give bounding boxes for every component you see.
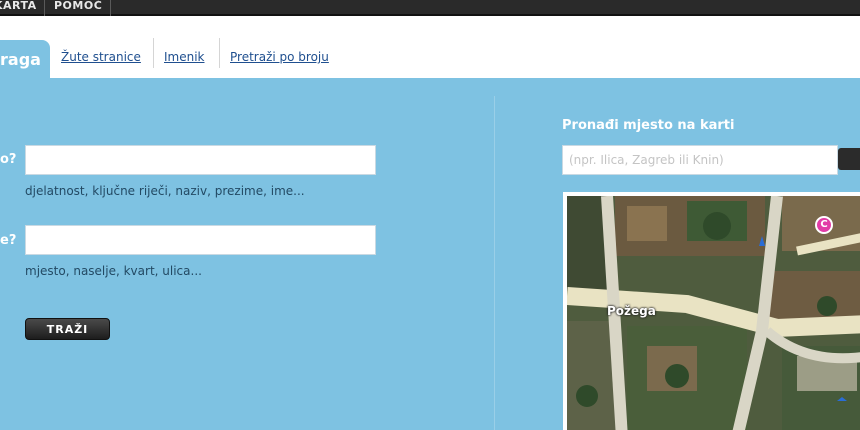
search-panel: o? djelatnost, ključne riječi, naziv, pr… [0,78,860,430]
poi-marker-icon[interactable]: C [815,216,833,234]
tab-pretrazi-po-broju[interactable]: Pretraži po broju [230,50,329,64]
map-location-input[interactable] [562,145,838,175]
column-divider [494,96,495,430]
where-field-label: e? [0,233,17,248]
tab-trazilica[interactable]: raga [0,40,50,78]
what-input[interactable] [25,145,376,175]
topnav-pomoc[interactable]: POMOĆ [54,0,102,16]
where-hint: mjesto, naselje, kvart, ulica... [25,264,202,278]
map-place-label: Požega [607,304,656,318]
tab-divider [153,38,154,68]
map-frame: Požega C [563,192,860,430]
tab-divider [219,38,220,68]
tab-zute-stranice[interactable]: Žute stranice [61,50,141,64]
search-button[interactable]: TRAŽI [25,318,110,340]
satellite-map[interactable]: Požega C [567,196,860,430]
top-nav-bar: KARTA POMOĆ [0,0,860,16]
tab-trazilica-label: raga [0,50,41,69]
map-section-title: Pronađi mjesto na karti [562,118,735,133]
what-field-label: o? [0,152,17,167]
tab-bar: raga Žute stranice Imenik Pretraži po br… [0,16,860,78]
topnav-divider [44,0,45,16]
tab-imenik[interactable]: Imenik [164,50,205,64]
map-search-button[interactable] [838,148,860,170]
what-hint: djelatnost, ključne riječi, naziv, prezi… [25,184,305,198]
topnav-karta[interactable]: KARTA [0,0,37,16]
where-input[interactable] [25,225,376,255]
topnav-divider [110,0,111,16]
